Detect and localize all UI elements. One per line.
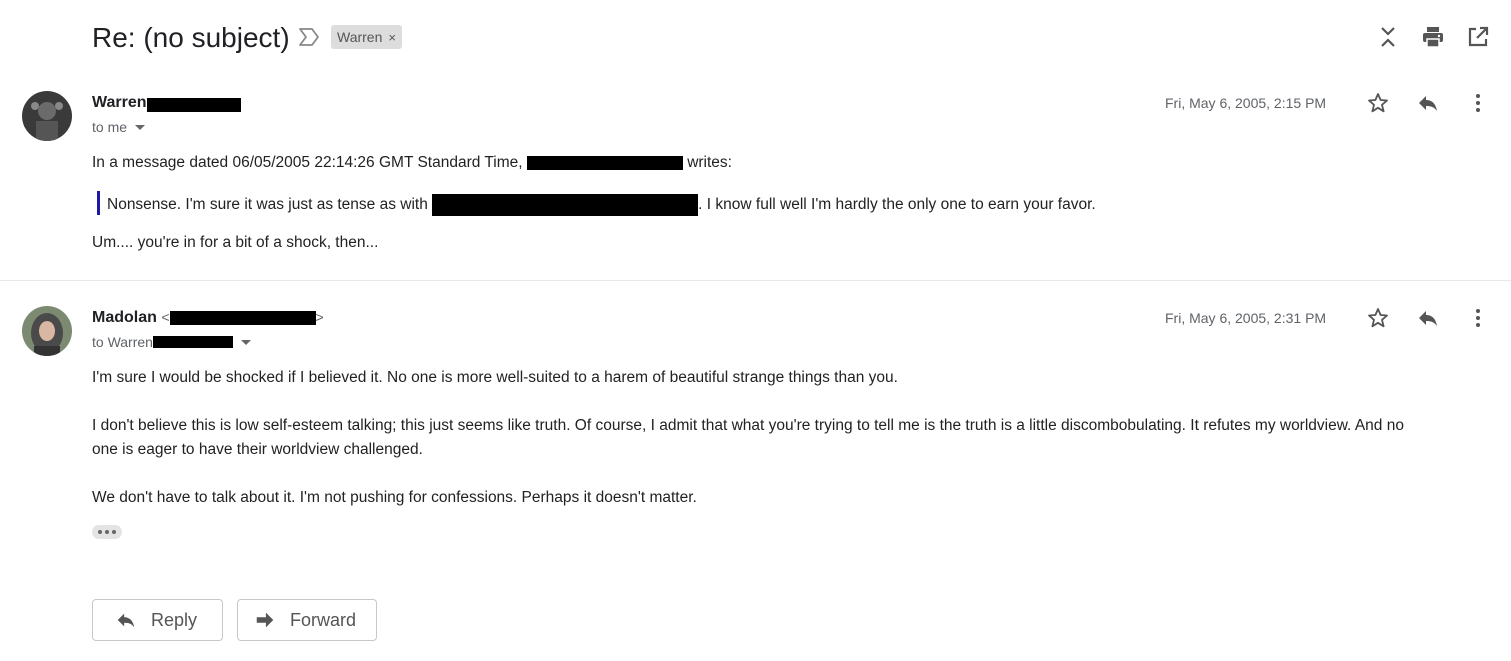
- message-date: Fri, May 6, 2005, 2:31 PM: [1165, 310, 1327, 326]
- message-date: Fri, May 6, 2005, 2:15 PM: [1165, 95, 1327, 111]
- sender-avatar: [22, 306, 72, 356]
- reply-button-label: Reply: [151, 609, 198, 630]
- thread-subject: Re: (no subject): [92, 22, 290, 53]
- sender-avatar: [22, 91, 72, 141]
- reply-text: Um.... you're in for a bit of a shock, t…: [92, 234, 379, 251]
- reply-icon[interactable]: [1416, 91, 1440, 115]
- recipient-line[interactable]: to Warren: [92, 334, 251, 350]
- label-chip[interactable]: Warren ×: [331, 25, 402, 49]
- forward-button-label: Forward: [290, 609, 357, 630]
- collapse-all-icon[interactable]: [1376, 25, 1400, 49]
- recipient-line[interactable]: to me: [92, 119, 146, 135]
- sender-name: Warren: [92, 94, 241, 112]
- forward-button[interactable]: Forward: [237, 599, 377, 641]
- redacted-email: [152, 336, 233, 348]
- reply-icon: [117, 613, 135, 628]
- show-trimmed-content-button[interactable]: [92, 525, 122, 539]
- details-dropdown-icon[interactable]: [240, 339, 251, 345]
- open-in-new-window-icon[interactable]: [1466, 25, 1490, 49]
- redacted-name: [432, 194, 699, 216]
- quote-bar: [97, 191, 100, 215]
- sender-email: < >: [161, 309, 324, 326]
- more-vert-icon[interactable]: [1466, 306, 1490, 330]
- quote-intro: In a message dated 06/05/2005 22:14:26 G…: [92, 154, 732, 171]
- more-vert-icon[interactable]: [1466, 91, 1490, 115]
- message-paragraph: We don't have to talk about it. I'm not …: [92, 489, 697, 506]
- redacted-email: [146, 98, 241, 112]
- star-icon[interactable]: [1366, 306, 1390, 330]
- quoted-text: Nonsense. I'm sure it was just as tense …: [107, 194, 1096, 216]
- recipient-text: to me: [92, 119, 128, 135]
- print-icon[interactable]: [1421, 25, 1445, 49]
- label-remove-icon[interactable]: ×: [388, 30, 396, 45]
- sender-name: Madolan < >: [92, 309, 324, 326]
- star-icon[interactable]: [1366, 91, 1390, 115]
- message-paragraph: one is eager to have their worldview cha…: [92, 441, 423, 458]
- recipient-text: to Warren: [92, 334, 153, 350]
- redacted-address: [526, 155, 683, 170]
- details-dropdown-icon[interactable]: [135, 124, 146, 130]
- reply-button[interactable]: Reply: [92, 599, 223, 641]
- importance-marker-icon[interactable]: [298, 27, 320, 47]
- label-chip-text: Warren: [337, 29, 383, 45]
- message-divider: [0, 280, 1511, 281]
- forward-icon: [256, 612, 274, 628]
- reply-icon[interactable]: [1416, 306, 1440, 330]
- message-paragraph: I don't believe this is low self-esteem …: [92, 417, 1404, 434]
- message-paragraph: I'm sure I would be shocked if I believe…: [92, 369, 898, 386]
- redacted-email: [169, 311, 316, 326]
